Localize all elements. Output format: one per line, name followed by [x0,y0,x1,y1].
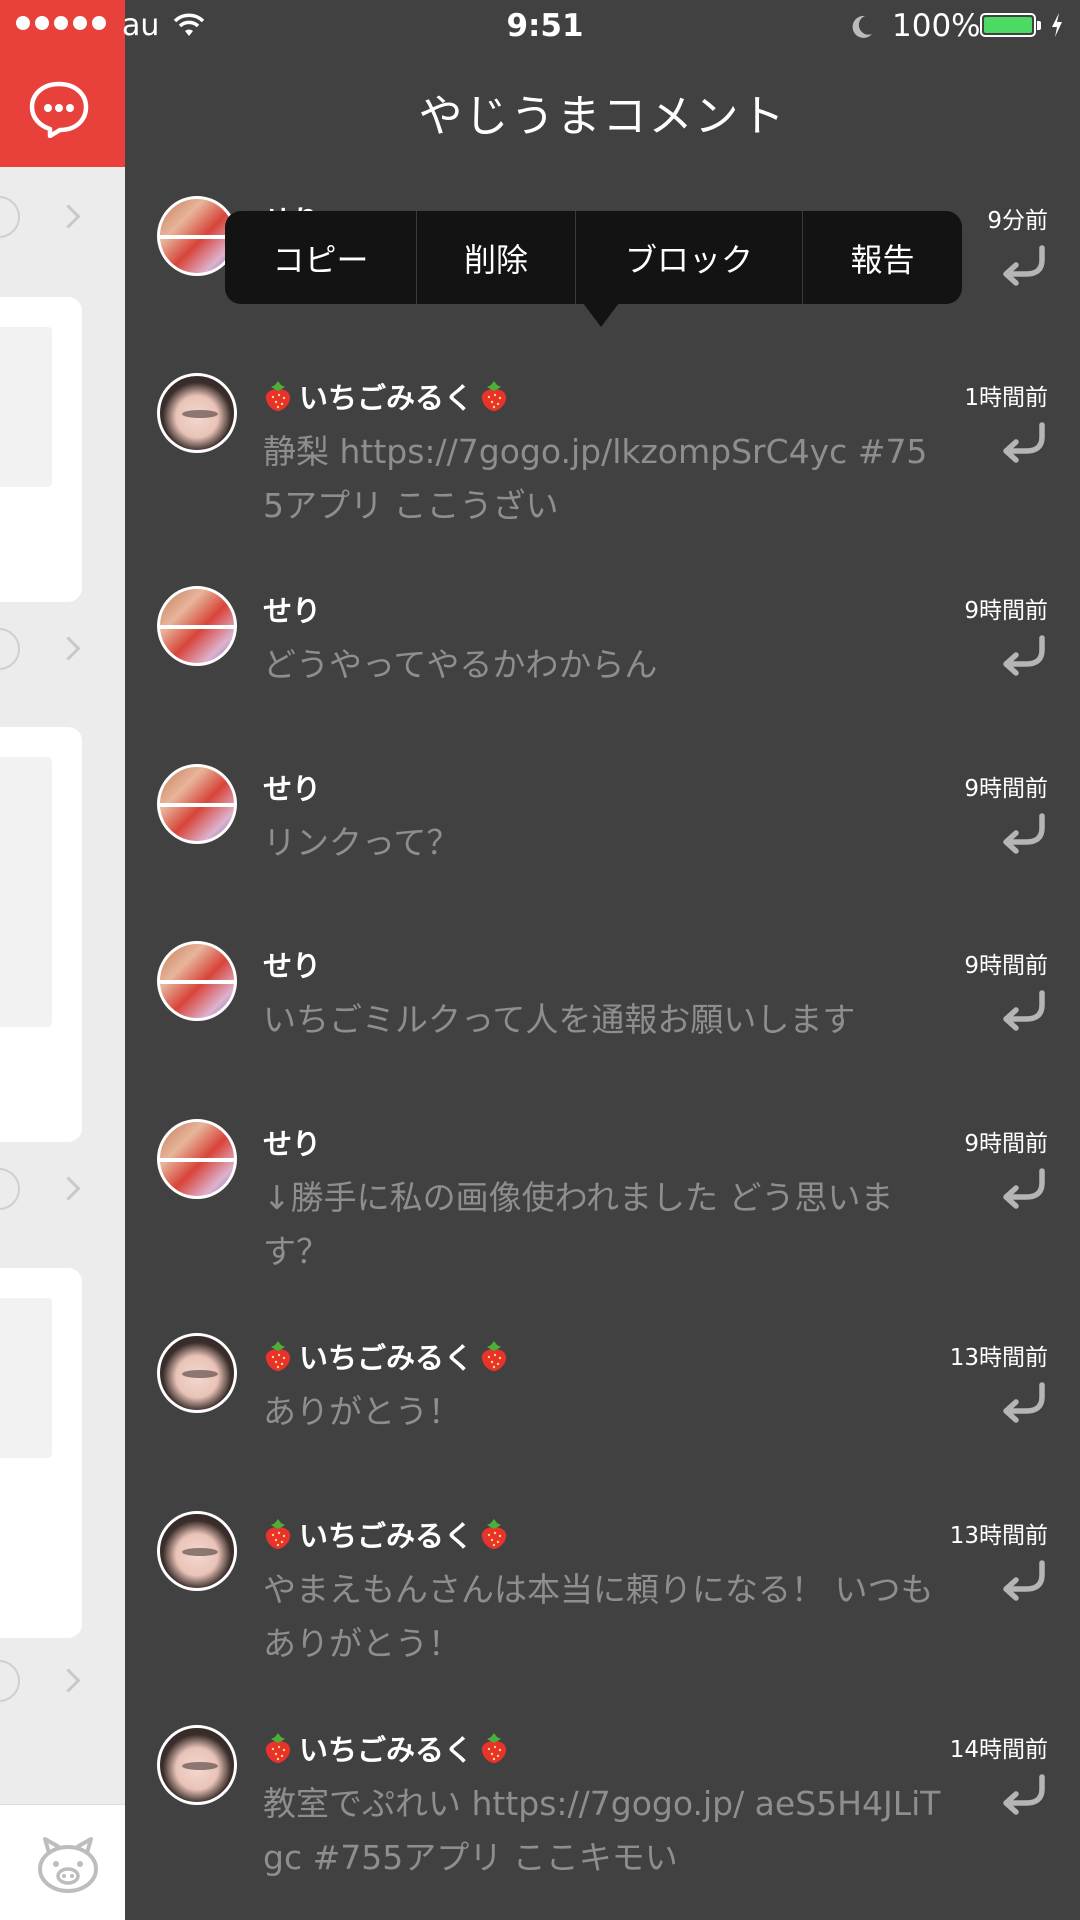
author-name: せり [263,594,322,628]
strawberry-icon [265,1733,291,1763]
context-menu-arrow [583,303,619,327]
strawberry-icon [481,1733,507,1763]
avatar[interactable] [157,941,237,1021]
avatar[interactable] [157,764,237,844]
charging-icon [1052,13,1062,37]
comment-author[interactable]: いちごみるく [263,1335,509,1377]
comment-time: 9時間前 [964,953,1048,979]
drawer-title: やじうまコメント [418,91,787,142]
avatar[interactable] [157,1333,237,1413]
strawberry-icon [265,381,291,411]
chevron-right-icon[interactable] [56,1176,81,1201]
battery-percentage: 100% [892,8,981,44]
chat-bubble-icon [29,81,89,138]
pig-icon[interactable] [35,1835,101,1895]
author-name: せり [263,1127,322,1161]
avatar[interactable] [157,1725,237,1805]
comment-time: 13時間前 [949,1345,1048,1371]
comment-text: リンクって？ [263,823,460,862]
context-menu: コピー 削除 ブロック 報告 [225,211,962,304]
reply-arrow-icon[interactable] [998,1381,1048,1425]
comment-text: 静梨 https://7gogo.jp/lkzompSrC4yc #755アプリ… [263,432,928,525]
author-name: いちごみるく [299,1733,474,1767]
reply-arrow-icon[interactable] [998,1773,1048,1817]
comment-text: 教室でぷれい https://7gogo.jp/ aeS5H4JLiTgc #7… [263,1784,941,1877]
comment-author[interactable]: いちごみるく [263,1727,509,1769]
do-not-disturb-icon [852,15,872,38]
comment-text: ありがとう！ [263,1392,461,1431]
comment-time: 13時間前 [949,1523,1048,1549]
comment-time: 9時間前 [964,598,1048,624]
reaction-icon [0,1660,20,1702]
avatar[interactable] [157,373,237,453]
reaction-icon [0,1168,20,1210]
reply-arrow-icon[interactable] [998,1167,1048,1211]
report-menu-item[interactable]: 報告 [803,211,962,304]
author-name: せり [263,772,322,806]
battery-icon [980,13,1041,37]
reply-arrow-icon[interactable] [998,989,1048,1033]
comment-text: やまえもんさんは本当に頼りになる！ いつも ありがとう！ [263,1570,934,1663]
comment-author[interactable]: せり [263,943,321,985]
bottom-tab-bar [0,1804,125,1920]
strawberry-icon [481,381,507,411]
background-panel [0,0,125,1920]
comment-text: ↓勝手に私の画像使われました どう思いま す？ [263,1178,894,1271]
comment-author[interactable]: いちごみるく [263,375,509,417]
delete-menu-item[interactable]: 削除 [417,211,576,304]
chevron-right-icon[interactable] [56,204,81,229]
comment-time: 14時間前 [949,1737,1048,1763]
reaction-icon [0,628,20,670]
reply-arrow-icon[interactable] [998,244,1048,288]
post-card[interactable] [0,297,82,602]
comment-author[interactable]: せり [263,766,321,808]
author-name: いちごみるく [299,1519,474,1553]
author-name: いちごみるく [299,381,474,415]
reply-arrow-icon[interactable] [998,812,1048,856]
comment-author[interactable]: いちごみるく [263,1513,509,1555]
author-name: いちごみるく [299,1341,474,1375]
reply-arrow-icon[interactable] [998,634,1048,678]
post-card[interactable] [0,727,82,1142]
strawberry-icon [481,1341,507,1371]
comment-time: 9時間前 [964,1131,1048,1157]
comment-time: 1時間前 [964,385,1048,411]
comment-text: どうやってやるかわからん [263,645,658,684]
comment-text: いちごミルクって人を通報お願いします [263,1000,856,1039]
strawberry-icon [265,1519,291,1549]
comment-time: 9時間前 [964,776,1048,802]
avatar[interactable] [157,1511,237,1591]
post-card[interactable] [0,1268,82,1638]
strawberry-icon [265,1341,291,1371]
avatar[interactable] [157,1119,237,1199]
reply-arrow-icon[interactable] [998,421,1048,465]
reaction-icon [0,196,20,238]
copy-menu-item[interactable]: コピー [225,211,417,304]
strawberry-icon [481,1519,507,1549]
chevron-right-icon[interactable] [56,1668,81,1693]
reply-arrow-icon[interactable] [998,1559,1048,1603]
comment-author[interactable]: せり [263,588,321,630]
comment-author[interactable]: せり [263,1121,321,1163]
chevron-right-icon[interactable] [56,636,81,661]
block-menu-item[interactable]: ブロック [576,211,803,304]
avatar[interactable] [157,586,237,666]
author-name: せり [263,949,322,983]
comment-time: 9分前 [987,208,1048,234]
status-bar: au 9:51 100% [0,0,1080,55]
